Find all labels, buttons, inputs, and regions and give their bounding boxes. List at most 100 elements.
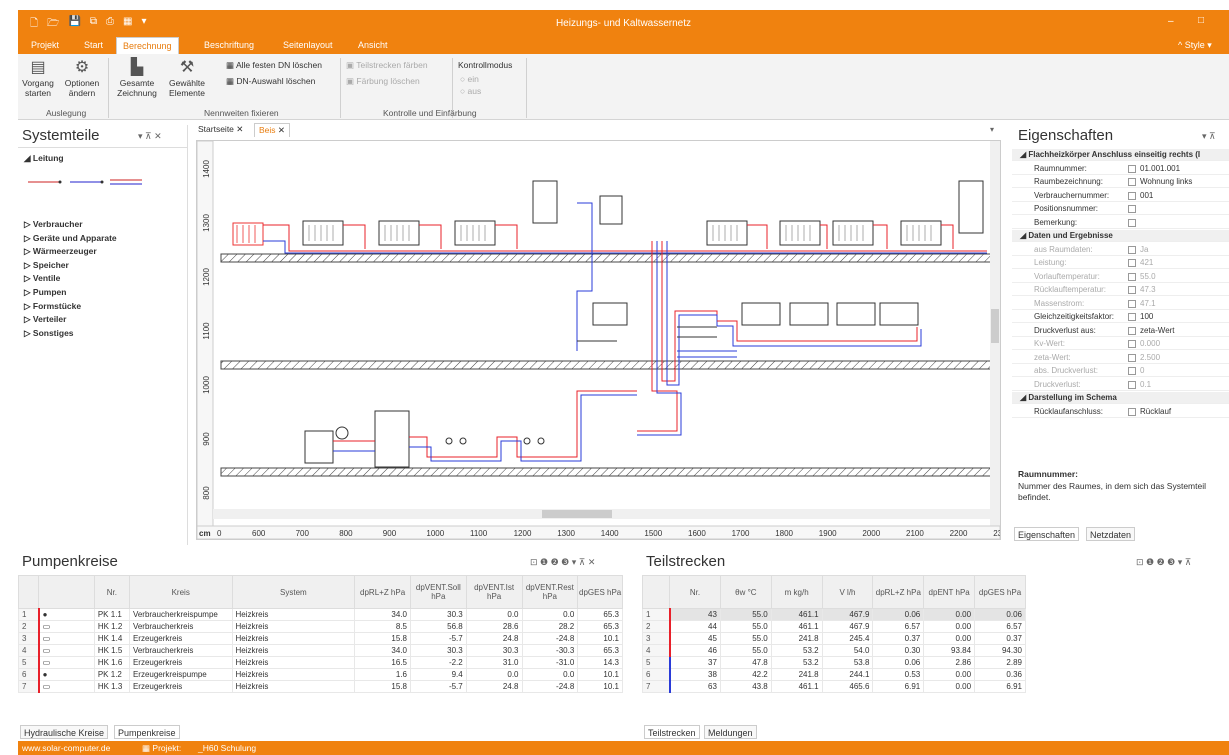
radio-aus[interactable]: ○ aus [460,86,481,97]
property-value[interactable]: 0 [1128,365,1144,377]
property-value[interactable]: 421 [1128,257,1153,269]
column-header[interactable]: dpRL+Z hPa [872,575,925,609]
teilstrecken-table[interactable]: Nr. θw °C m kg/h V l/h dpRL+Z hPa dpENT hPa dp… [641,575,1026,693]
radiator[interactable] [592,302,628,326]
property-row[interactable]: abs. Druckverlust: 0 [1012,365,1229,377]
tab-seitenlayout[interactable]: Seitenlayout [283,37,333,54]
column-header[interactable]: dpENT hPa [923,575,976,609]
table-row[interactable]: 3 45 55.0 241.8 245.4 0.37 0.00 0.37 [641,632,1026,645]
radiator-selected[interactable] [232,222,264,246]
tab-netzdaten[interactable]: Netzdaten [1086,527,1136,541]
column-header[interactable]: System [231,575,356,609]
tab-eigenschaften[interactable]: Eigenschaften [1014,527,1080,541]
tree-item[interactable]: ▷ Verteiler [24,314,66,325]
property-row[interactable]: Massenstrom: 47.1 [1012,298,1229,310]
table-row[interactable]: 1 ● PK 1.1 Verbraucherkreispumpe Heizkreis 34… [17,608,623,621]
property-value[interactable]: 2.500 [1128,352,1160,364]
tree-item[interactable]: ▷ Speicher [24,260,69,271]
pipe-symbols[interactable] [26,177,156,187]
panel-controls[interactable]: ▾ ⊼ ✕ [138,131,162,142]
doc-tabs-dropdown[interactable]: ▾ [990,125,994,134]
table-row[interactable]: 1 43 55.0 461.1 467.9 0.06 0.00 0.06 [641,608,1026,621]
table-row[interactable]: 7 ▭ HK 1.3 Erzeugerkreis Heizkreis 15.8 -5.7 24… [17,680,623,693]
vorgang-starten-button[interactable]: ▤ Vorgang starten [20,58,56,98]
table-row[interactable]: 2 44 55.0 461.1 467.9 6.57 0.00 6.57 [641,620,1026,633]
property-row[interactable]: aus Raumdaten: Ja [1012,244,1229,256]
doc-tab-startseite[interactable]: Startseite ✕ [198,124,243,135]
table-row[interactable]: 5 ▭ HK 1.6 Erzeugerkreis Heizkreis 16.5 -2.2 31… [17,656,623,669]
drawing-canvas[interactable]: 1400 1300 1200 1100 1000 900 800 700 600 [196,140,1012,608]
column-header[interactable]: dpRL+Z hPa [354,575,411,609]
radiator[interactable] [836,302,876,326]
tab-beschriftung[interactable]: Beschriftung [204,37,254,54]
heat-exchanger[interactable] [599,195,623,225]
pumpenkreise-table[interactable]: Nr. Kreis System dpRL+Z hPa dpVENT.Soll hPa d… [17,575,623,693]
tab-berechnung[interactable]: Berechnung [116,37,179,54]
tree-item[interactable]: ▷ Geräte und Apparate [24,233,117,244]
column-header[interactable]: dpGES hPa [974,575,1026,609]
tab-ansicht[interactable]: Ansicht [358,37,388,54]
table-row[interactable]: 5 37 47.8 53.2 53.8 0.06 2.86 2.89 [641,656,1026,669]
panel-controls[interactable]: ⊡ ❶ ❷ ❸ ▾ ⊼ [1136,557,1191,568]
column-header[interactable]: dpVENT.Ist hPa [465,575,523,609]
faerbung-loeschen-button[interactable]: ▣ Färbung löschen [346,76,420,87]
tree-item[interactable]: ▷ Wärmeerzeuger [24,246,97,257]
expansion-vessel[interactable] [335,426,349,440]
property-row[interactable]: Kv-Wert: 0.000 [1012,338,1229,350]
property-row[interactable]: Gleichzeitigkeitsfaktor: 100 [1012,311,1229,323]
column-header[interactable]: Nr. [93,575,130,609]
property-checkbox[interactable] [1128,218,1136,227]
horizontal-scrollbar-thumb[interactable] [542,510,612,518]
property-value[interactable]: Ja [1128,244,1148,256]
tree-item[interactable]: ▷ Verbraucher [24,219,83,230]
table-row[interactable]: 3 ▭ HK 1.4 Erzeugerkreis Heizkreis 15.8 -5.7 24… [17,632,623,645]
property-row[interactable]: Bemerkung: [1012,217,1229,229]
tab-projekt[interactable]: Projekt [31,37,59,54]
property-value[interactable]: 0.1 [1128,379,1151,391]
property-value[interactable]: Rücklauf [1128,406,1171,418]
tab-teilstrecken[interactable]: Teilstrecken [644,725,700,739]
radiator[interactable] [879,302,919,326]
property-value[interactable]: 100 [1128,311,1153,323]
table-row[interactable]: 4 46 55.0 53.2 54.0 0.30 93.84 94.30 [641,644,1026,657]
property-value[interactable]: 47.1 [1128,298,1156,310]
property-value[interactable]: 55.0 [1128,271,1156,283]
property-value[interactable]: zeta-Wert [1128,325,1175,337]
radiator[interactable] [741,302,781,326]
radio-ein[interactable]: ○ ein [460,74,479,85]
table-row[interactable]: 4 ▭ HK 1.5 Verbraucherkreis Heizkreis 34.0 30.… [17,644,623,657]
property-row[interactable]: Druckverlust: 0.1 [1012,379,1229,391]
property-value[interactable]: 01.001.001 [1128,163,1180,175]
property-row[interactable]: Leistung: 421 [1012,257,1229,269]
radiator[interactable] [789,302,829,326]
buffer-tank[interactable] [374,410,410,468]
table-row[interactable]: 2 ▭ HK 1.2 Verbraucherkreis Heizkreis 8.5 56.8… [17,620,623,633]
column-header[interactable]: Kreis [128,575,233,609]
column-header[interactable]: m kg/h [770,575,823,609]
maximize-icon[interactable]: □ [1198,15,1204,26]
tree-item[interactable]: ▷ Pumpen [24,287,66,298]
table-row[interactable]: 7 63 43.8 461.1 465.6 6.91 0.00 6.91 [641,680,1026,693]
table-row[interactable]: 6 38 42.2 241.8 244.1 0.53 0.00 0.36 [641,668,1026,681]
column-header[interactable]: Nr. [669,575,721,609]
storage-tank[interactable] [958,180,984,234]
property-value[interactable]: 47.3 [1128,284,1156,296]
property-value[interactable]: 0.000 [1128,338,1160,350]
property-row[interactable]: Rücklaufanschluss: Rücklauf [1012,406,1229,418]
property-checkbox[interactable] [1128,205,1136,213]
gesamte-zeichnung-button[interactable]: ▙ Gesamte Zeichnung [114,58,160,98]
vertical-scrollbar-thumb[interactable] [991,309,999,343]
column-header[interactable]: dpGES hPa [577,575,623,609]
property-value[interactable]: Wohnung links [1128,176,1192,188]
property-value[interactable]: 001 [1128,190,1153,202]
property-row[interactable]: Raumbezeichnung: Wohnung links [1012,176,1229,188]
table-row[interactable]: 6 ● PK 1.2 Erzeugerkreispumpe Heizkreis 1.6 9.… [17,668,623,681]
optionen-button[interactable]: ⚙ Optionen ändern [62,58,102,98]
column-header[interactable]: dpVENT.Rest hPa [521,575,579,609]
tab-hydraulische-kreise[interactable]: Hydraulische Kreise [20,725,109,739]
dn-auswahl-loeschen-button[interactable]: ▦ DN-Auswahl löschen [226,76,315,87]
property-row[interactable]: zeta-Wert: 2.500 [1012,352,1229,364]
column-header[interactable]: V l/h [821,575,874,609]
panel-controls[interactable]: ⊡ ❶ ❷ ❸ ▾ ⊼ ✕ [530,557,595,568]
tab-start[interactable]: Start [84,37,103,54]
